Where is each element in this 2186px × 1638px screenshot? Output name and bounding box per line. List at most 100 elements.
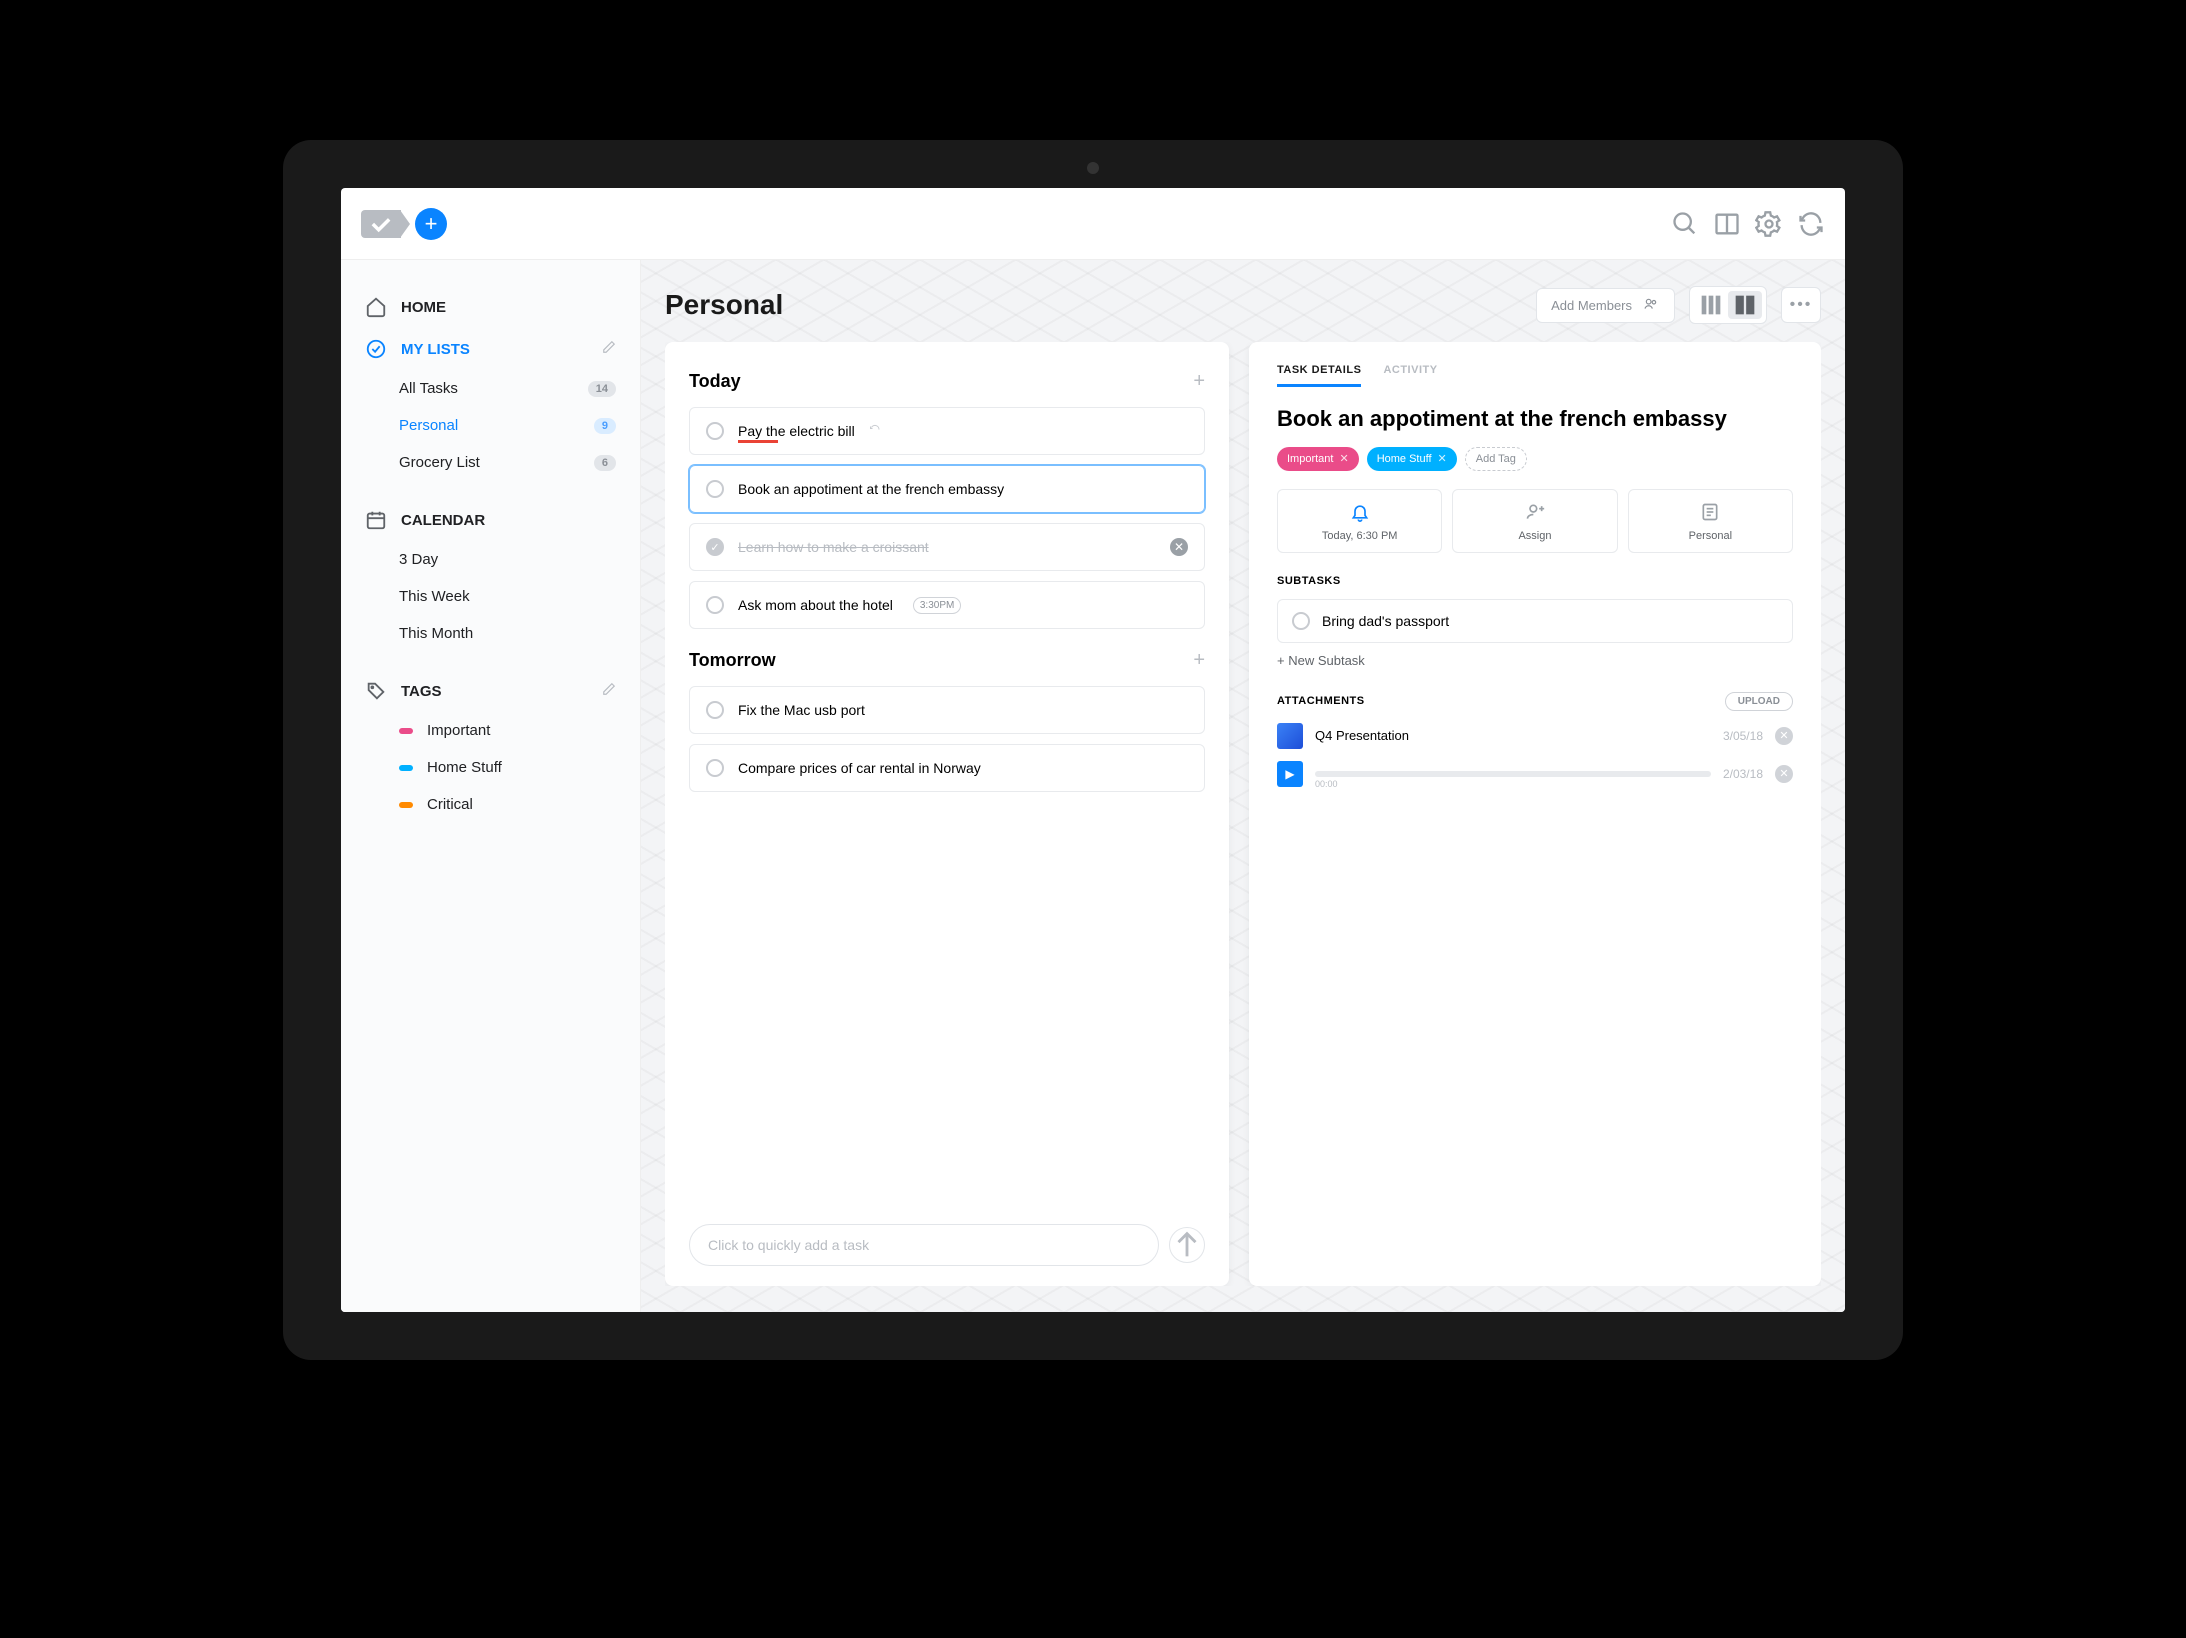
quick-add-row: Click to quickly add a task <box>689 1224 1205 1266</box>
list-grocery[interactable]: Grocery List 6 <box>341 444 640 481</box>
list-all-tasks[interactable]: All Tasks 14 <box>341 370 640 407</box>
cal-3day[interactable]: 3 Day <box>341 541 640 578</box>
task-label: Compare prices of car rental in Norway <box>738 760 981 776</box>
tag-pill-label: Home Stuff <box>1377 453 1432 465</box>
nav-my-lists-label: MY LISTS <box>401 341 470 358</box>
view-split[interactable] <box>1728 291 1762 319</box>
sidebar: HOME MY LISTS All Tasks 14 Personal 9 Gr… <box>341 260 641 1312</box>
tag-pill-home-stuff[interactable]: Home Stuff ✕ <box>1367 447 1457 471</box>
list-personal[interactable]: Personal 9 <box>341 407 640 444</box>
cal-view-label: 3 Day <box>399 551 438 568</box>
nav-tags-label: TAGS <box>401 683 442 700</box>
nav-my-lists[interactable]: MY LISTS <box>341 328 640 370</box>
remove-tag-icon[interactable]: ✕ <box>1438 452 1447 465</box>
tag-pill-important[interactable]: Important ✕ <box>1277 447 1359 471</box>
tag-critical[interactable]: Critical <box>341 786 640 823</box>
tag-label: Home Stuff <box>427 759 502 776</box>
attachment-label: Q4 Presentation <box>1315 728 1409 743</box>
app-logo[interactable] <box>361 210 401 238</box>
task-row[interactable]: Pay the electric bill <box>689 407 1205 455</box>
list-icon <box>1700 502 1720 522</box>
subtask-row[interactable]: Bring dad's passport <box>1277 599 1793 643</box>
tab-task-details[interactable]: TASK DETAILS <box>1277 364 1361 387</box>
list-text: Personal <box>1689 530 1732 542</box>
nav-home[interactable]: HOME <box>341 286 640 328</box>
add-task-today-icon[interactable]: + <box>1193 370 1205 393</box>
task-checkbox[interactable] <box>706 596 724 614</box>
main-area: Personal Add Members ••• Today + <box>641 260 1845 1312</box>
quick-add-input[interactable]: Click to quickly add a task <box>689 1224 1159 1266</box>
tag-important[interactable]: Important <box>341 712 640 749</box>
task-label: Fix the Mac usb port <box>738 702 865 718</box>
remove-attachment-icon[interactable]: ✕ <box>1775 765 1793 783</box>
tab-activity[interactable]: ACTIVITY <box>1383 364 1437 387</box>
list-count: 14 <box>588 381 616 397</box>
doc-thumb-icon <box>1277 723 1303 749</box>
task-row[interactable]: Book an appotiment at the french embassy <box>689 465 1205 513</box>
task-checkbox[interactable] <box>706 538 724 556</box>
reminder-text: Today, 6:30 PM <box>1322 530 1398 542</box>
tag-color <box>399 802 413 808</box>
attachment-row[interactable]: ▶ 2/03/18 ✕ <box>1277 761 1793 787</box>
list-box[interactable]: Personal <box>1628 489 1793 553</box>
edit-tags-icon[interactable] <box>602 682 616 700</box>
task-label: Pay the electric bill <box>738 423 855 439</box>
assign-box[interactable]: Assign <box>1452 489 1617 553</box>
task-row[interactable]: Fix the Mac usb port <box>689 686 1205 734</box>
task-checkbox[interactable] <box>706 759 724 777</box>
cal-week[interactable]: This Week <box>341 578 640 615</box>
attachments-header: ATTACHMENTS UPLOAD <box>1277 692 1793 711</box>
new-subtask-button[interactable]: + New Subtask <box>1277 653 1793 668</box>
columns-icon[interactable] <box>1713 210 1741 238</box>
cal-view-label: This Week <box>399 588 470 605</box>
cal-month[interactable]: This Month <box>341 615 640 652</box>
remove-attachment-icon[interactable]: ✕ <box>1775 727 1793 745</box>
tag-pill-label: Important <box>1287 453 1333 465</box>
task-label: Ask mom about the hotel <box>738 597 893 613</box>
view-column[interactable] <box>1694 291 1728 319</box>
remove-tag-icon[interactable]: ✕ <box>1339 452 1348 465</box>
info-boxes: Today, 6:30 PM Assign Personal <box>1277 489 1793 553</box>
attachment-row[interactable]: Q4 Presentation 3/05/18 ✕ <box>1277 723 1793 749</box>
task-checkbox[interactable] <box>706 701 724 719</box>
task-checkbox[interactable] <box>706 422 724 440</box>
main-header: Personal Add Members ••• <box>665 286 1821 324</box>
details-column: TASK DETAILS ACTIVITY Book an appotiment… <box>1249 342 1821 1286</box>
edit-lists-icon[interactable] <box>602 340 616 358</box>
add-task-tomorrow-icon[interactable]: + <box>1193 649 1205 672</box>
task-row[interactable]: Ask mom about the hotel 3:30PM <box>689 581 1205 629</box>
list-label: Grocery List <box>399 454 480 471</box>
nav-tags[interactable]: TAGS <box>341 670 640 712</box>
task-row[interactable]: Learn how to make a croissant ✕ <box>689 523 1205 571</box>
upload-button[interactable]: UPLOAD <box>1725 692 1793 711</box>
tag-home-stuff[interactable]: Home Stuff <box>341 749 640 786</box>
add-tag-button[interactable]: Add Tag <box>1465 447 1527 471</box>
details-title: Book an appotiment at the french embassy <box>1277 405 1793 433</box>
tag-label: Important <box>427 722 490 739</box>
people-icon <box>1642 297 1660 314</box>
subtask-label: Bring dad's passport <box>1322 613 1449 629</box>
task-row[interactable]: Compare prices of car rental in Norway <box>689 744 1205 792</box>
group-today: Today + <box>689 370 1205 393</box>
audio-progress[interactable] <box>1315 771 1711 777</box>
tasks-column: Today + Pay the electric bill Book an ap… <box>665 342 1229 1286</box>
settings-icon[interactable] <box>1755 210 1783 238</box>
new-task-button[interactable]: + <box>415 208 447 240</box>
tag-color <box>399 728 413 734</box>
calendar-icon <box>365 509 387 531</box>
nav-home-label: HOME <box>401 299 446 316</box>
home-icon <box>365 296 387 318</box>
task-checkbox[interactable] <box>706 480 724 498</box>
add-members-button[interactable]: Add Members <box>1536 288 1675 323</box>
more-button[interactable]: ••• <box>1781 287 1821 323</box>
play-icon[interactable]: ▶ <box>1277 761 1303 787</box>
cal-view-label: This Month <box>399 625 473 642</box>
subtask-checkbox[interactable] <box>1292 612 1310 630</box>
page-title: Personal <box>665 289 783 321</box>
nav-calendar[interactable]: CALENDAR <box>341 499 640 541</box>
reminder-box[interactable]: Today, 6:30 PM <box>1277 489 1442 553</box>
search-icon[interactable] <box>1671 210 1699 238</box>
delete-task-icon[interactable]: ✕ <box>1170 538 1188 556</box>
sync-icon[interactable] <box>1797 210 1825 238</box>
quick-add-submit-icon[interactable] <box>1169 1227 1205 1263</box>
